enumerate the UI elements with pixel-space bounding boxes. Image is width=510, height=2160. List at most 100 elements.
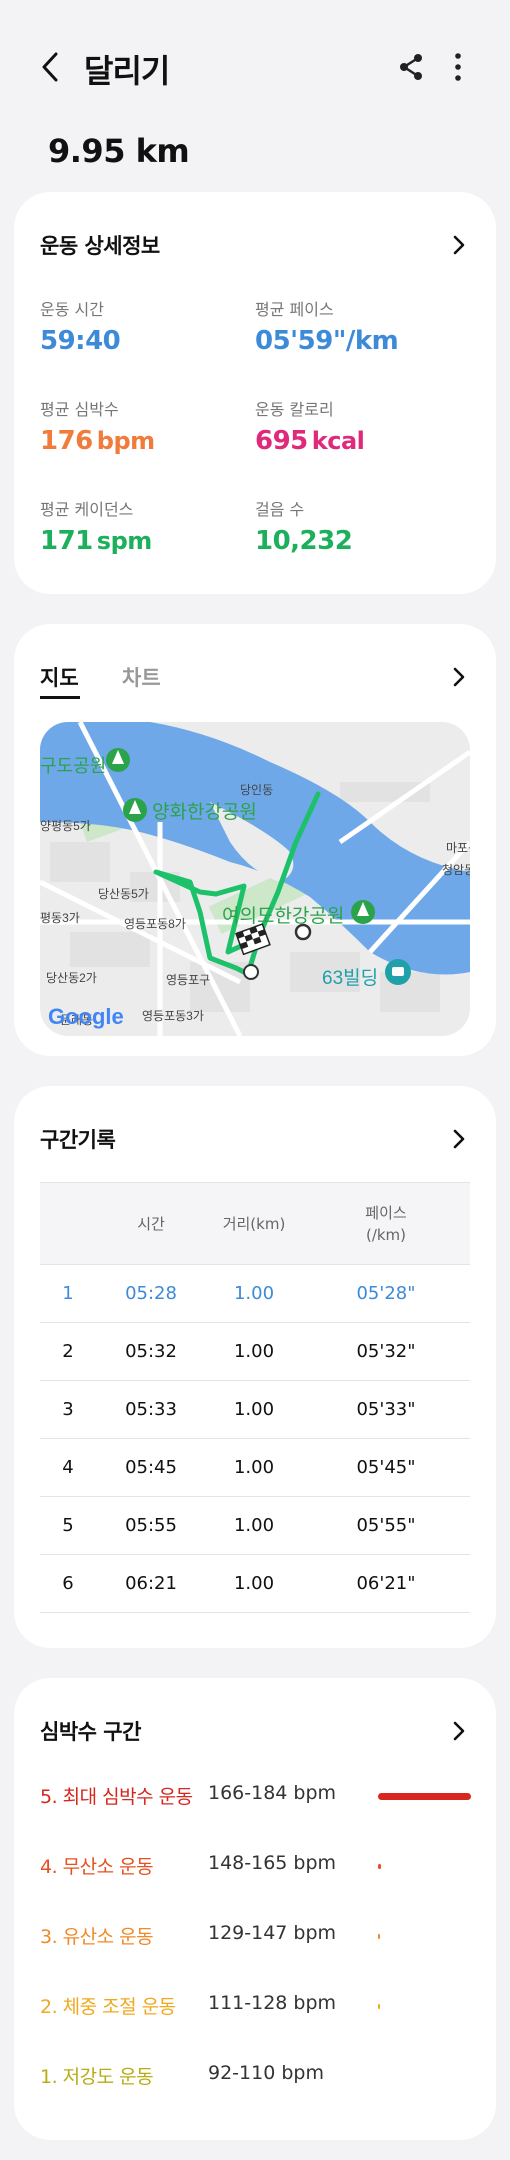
route-map[interactable]: 구도공원 양화한강공원 당인동 양평동5가 당산동5가 마포동 청암동 평동3가… [40, 722, 470, 1036]
map-label-63building: 63빌딩 [322, 967, 378, 989]
stat-label: 평균 케이던스 [40, 500, 134, 519]
tab-chart[interactable]: 차트 [122, 662, 161, 692]
map-label-yeongdeungpo3: 영등포동3가 [142, 1009, 204, 1023]
tab-map[interactable]: 지도 [40, 662, 79, 692]
stat-label: 평균 페이스 [255, 300, 334, 319]
hr-zone-range: 148-165 bpm [208, 1852, 337, 1874]
table-header-row: 시간 거리(km) 페이스 (/km) [40, 1182, 470, 1265]
map-label-dangin: 당인동 [240, 783, 273, 797]
map-label-park1: 구도공원 [40, 756, 106, 776]
lap-time: 06:21 [96, 1554, 206, 1613]
lap-time: 05:55 [96, 1496, 206, 1555]
chevron-right-icon[interactable] [452, 1128, 466, 1150]
map-label-yeongdeungpo-gu: 영등포구 [166, 973, 210, 987]
lap-index: 4 [40, 1438, 96, 1497]
stat-value: 05'59" [255, 326, 346, 356]
map-label-yeouido: 여의도한강공원 [222, 905, 344, 927]
stat-label: 운동 시간 [40, 300, 104, 319]
stat-unit: /km [345, 326, 399, 356]
stat-label: 걸음 수 [255, 500, 305, 519]
table-row: 5 05:55 1.00 05'55" [40, 1496, 470, 1555]
map-label-dangsan5: 당산동5가 [98, 887, 149, 901]
stat-heart-rate: 평균 심박수 176 bpm [40, 396, 155, 456]
hr-zone-name: 1. 저강도 운동 [40, 2066, 154, 2088]
lap-distance: 1.00 [206, 1380, 302, 1439]
stat-unit: spm [96, 527, 152, 555]
lap-time: 05:32 [96, 1322, 206, 1381]
hr-zone-1: 1. 저강도 운동 92-110 bpm [40, 2054, 480, 2094]
stat-value: 695 [255, 426, 308, 456]
lap-pace: 05'45" [302, 1438, 470, 1497]
top-app-bar: 달리기 [0, 28, 510, 108]
hr-zone-4: 4. 무산소 운동 148-165 bpm [40, 1844, 480, 1884]
lap-index: 6 [40, 1554, 96, 1613]
table-row: 3 05:33 1.00 05'33" [40, 1380, 470, 1439]
stat-calories: 운동 칼로리 695 kcal [255, 396, 365, 456]
lap-distance: 1.00 [206, 1264, 302, 1323]
back-arrow-icon[interactable] [36, 50, 64, 84]
stat-value: 59:40 [40, 326, 121, 356]
lap-pace: 05'28" [302, 1264, 470, 1323]
card-title: 운동 상세정보 [40, 234, 160, 258]
stat-unit: kcal [311, 427, 365, 455]
stat-pace: 평균 페이스 05'59"/km [255, 296, 399, 356]
lap-index: 2 [40, 1322, 96, 1381]
hr-zone-2: 2. 체중 조절 운동 111-128 bpm [40, 1984, 480, 2024]
chevron-right-icon[interactable] [452, 1720, 466, 1742]
map-label-yangpyeong5: 양평동5가 [40, 819, 91, 833]
lap-index: 3 [40, 1380, 96, 1439]
hr-zone-bar [378, 1864, 381, 1869]
hr-zone-name: 3. 유산소 운동 [40, 1926, 154, 1948]
total-distance: 9.95 km [48, 132, 190, 170]
table-row: 4 05:45 1.00 05'45" [40, 1438, 470, 1497]
more-vertical-icon[interactable] [448, 52, 468, 82]
map-label-park2: 양화한강공원 [152, 801, 257, 823]
map-label-yangpyeong3: 평동3가 [40, 911, 80, 925]
hr-zone-name: 2. 체중 조절 운동 [40, 1996, 176, 2018]
stat-value: 171 [40, 526, 93, 556]
hr-zone-5: 5. 최대 심박수 운동 166-184 bpm [40, 1774, 480, 1814]
hr-zone-bar [378, 1793, 471, 1800]
hr-zone-range: 111-128 bpm [208, 1992, 337, 2014]
lap-distance: 1.00 [206, 1322, 302, 1381]
lap-pace: 05'55" [302, 1496, 470, 1555]
map-label-mapo: 마포동 [446, 841, 470, 855]
page-title: 달리기 [84, 52, 170, 90]
stat-label: 운동 칼로리 [255, 400, 334, 419]
stat-unit: bpm [96, 427, 155, 455]
hr-zone-3: 3. 유산소 운동 129-147 bpm [40, 1914, 480, 1954]
stat-value: 10,232 [255, 526, 353, 556]
lap-pace: 05'32" [302, 1322, 470, 1381]
hr-zone-range: 92-110 bpm [208, 2062, 324, 2084]
lap-pace: 05'33" [302, 1380, 470, 1439]
lap-index: 1 [40, 1264, 96, 1323]
table-row: 6 06:21 1.00 06'21" [40, 1554, 470, 1613]
lap-distance: 1.00 [206, 1438, 302, 1497]
lap-time: 05:45 [96, 1438, 206, 1497]
stat-duration: 운동 시간 59:40 [40, 296, 121, 356]
hr-zone-bar [378, 2004, 380, 2009]
workout-details-card[interactable]: 운동 상세정보 운동 시간 59:40 평균 페이스 05'59"/km 평균 … [14, 192, 496, 594]
hr-zone-name: 5. 최대 심박수 운동 [40, 1786, 193, 1808]
map-label-dangsan2: 당산동2가 [46, 971, 97, 985]
map-label-yeongdeungpo8: 영등포동8가 [124, 917, 186, 931]
lap-distance: 1.00 [206, 1496, 302, 1555]
lap-time: 05:28 [96, 1264, 206, 1323]
stat-label: 평균 심박수 [40, 400, 119, 419]
table-row: 1 05:28 1.00 05'28" [40, 1264, 470, 1323]
hr-zone-name: 4. 무산소 운동 [40, 1856, 154, 1878]
chevron-right-icon[interactable] [452, 666, 466, 688]
lap-pace: 06'21" [302, 1554, 470, 1613]
col-header-pace: 페이스 (/km) [302, 1182, 470, 1265]
lap-index: 5 [40, 1496, 96, 1555]
card-title: 구간기록 [40, 1128, 116, 1152]
hr-zone-bar [378, 1934, 380, 1939]
hr-zone-range: 129-147 bpm [208, 1922, 337, 1944]
chevron-right-icon[interactable] [452, 234, 466, 256]
laps-card: 구간기록 시간 거리(km) 페이스 (/km) 1 05:28 1.00 05'… [14, 1086, 496, 1648]
share-icon[interactable] [396, 52, 426, 82]
stat-steps: 걸음 수 10,232 [255, 496, 353, 556]
col-header-index [40, 1182, 96, 1265]
hr-zone-range: 166-184 bpm [208, 1782, 337, 1804]
laps-table: 시간 거리(km) 페이스 (/km) 1 05:28 1.00 05'28" 2… [40, 1182, 470, 1613]
